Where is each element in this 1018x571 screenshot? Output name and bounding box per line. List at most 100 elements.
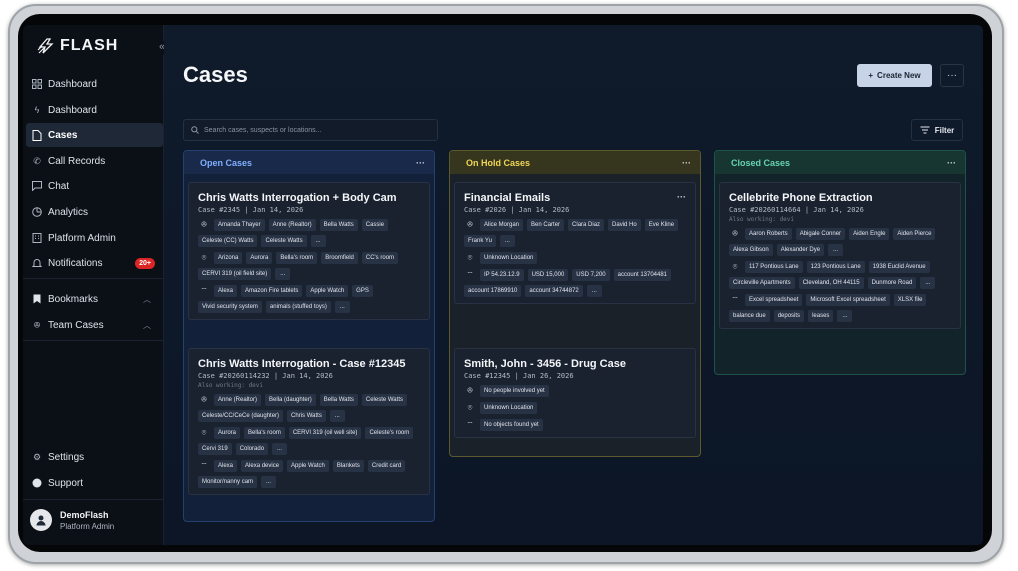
more-tag[interactable]: ... xyxy=(272,443,288,455)
tag[interactable]: Celeste Watts xyxy=(261,235,307,247)
tag[interactable]: David Ho xyxy=(608,219,641,231)
tag[interactable]: Vivid security system xyxy=(198,301,262,313)
tag[interactable]: leases xyxy=(808,310,834,322)
tag[interactable]: Aurora xyxy=(246,252,273,264)
sidebar-item-dashboard-2[interactable]: ϟ Dashboard xyxy=(26,98,163,122)
tag[interactable]: Broomfield xyxy=(321,252,358,264)
tag[interactable]: Aaron Roberts xyxy=(745,228,792,240)
tag[interactable]: Excel spreadsheet xyxy=(745,294,803,306)
tag[interactable]: Apple Watch xyxy=(306,285,349,297)
tag[interactable]: Aiden Pierce xyxy=(893,228,936,240)
tag[interactable]: account 34744872 xyxy=(525,285,583,297)
tag[interactable]: Aiden Engle xyxy=(849,228,890,240)
more-options-button[interactable]: ··· xyxy=(940,64,964,87)
more-tag[interactable]: ... xyxy=(837,310,853,322)
tag[interactable]: Abigale Conner xyxy=(795,228,846,240)
tag[interactable]: 117 Pontious Lane xyxy=(745,261,803,273)
tag[interactable]: Clara Diaz xyxy=(568,219,605,231)
tag[interactable]: CERVI 319 (oil field site) xyxy=(198,268,272,280)
tag[interactable]: Chris Watts xyxy=(287,410,326,422)
create-new-button[interactable]: + Create New xyxy=(857,64,932,87)
tag[interactable]: Eve Kline xyxy=(644,219,679,231)
tag[interactable]: GPS xyxy=(352,285,373,297)
case-card[interactable]: Cellebrite Phone Extraction Case #202601… xyxy=(719,182,961,329)
more-tag[interactable]: ... xyxy=(329,410,345,422)
chevron-up-icon[interactable]: ︿ xyxy=(143,294,151,305)
case-card[interactable]: Financial Emails ··· Case #2026 | Jan 14… xyxy=(454,182,696,304)
tag[interactable]: Amazon Fire tablets xyxy=(241,285,303,297)
tag[interactable]: Ben Carter xyxy=(527,219,565,231)
tag[interactable]: Amanda Thayer xyxy=(214,219,265,231)
sidebar-item-team-cases[interactable]: ꔮ Team Cases ︿ xyxy=(26,313,163,337)
more-tag[interactable]: ... xyxy=(920,277,936,289)
tag[interactable]: Bella's room xyxy=(244,427,285,439)
chevron-up-icon[interactable]: ︿ xyxy=(143,320,151,331)
tag[interactable]: Celeste (CC) Watts xyxy=(198,235,258,247)
tag[interactable]: Colorado xyxy=(235,443,269,455)
more-tag[interactable]: ... xyxy=(828,244,844,256)
tag[interactable]: CERVI 319 (oil well site) xyxy=(288,427,362,439)
tag[interactable]: IP 54.23.12.9 xyxy=(480,269,524,281)
tag[interactable]: Cervi 319 xyxy=(198,443,232,455)
ellipsis-icon[interactable]: ··· xyxy=(947,158,956,168)
more-tag[interactable]: ... xyxy=(310,235,326,247)
sidebar-item-analytics[interactable]: Analytics xyxy=(26,200,163,224)
tag[interactable]: Bella Watts xyxy=(319,394,358,406)
tag[interactable]: Circleville Apartments xyxy=(729,277,795,289)
tag[interactable]: Credit card xyxy=(367,460,406,472)
tag[interactable]: XLSX file xyxy=(893,294,927,306)
tag[interactable]: USD 7,200 xyxy=(572,269,610,281)
tag[interactable]: Monitor/nanny cam xyxy=(198,476,258,488)
tag[interactable]: USD 15,000 xyxy=(527,269,569,281)
tag[interactable]: Unknown Location xyxy=(480,402,538,414)
tag[interactable]: animals (stuffed toys) xyxy=(265,301,331,313)
more-tag[interactable]: ... xyxy=(499,235,515,247)
sidebar-item-call-records[interactable]: ✆ Call Records xyxy=(26,149,163,173)
tag[interactable]: CC's room xyxy=(361,252,399,264)
tag[interactable]: Alexa device xyxy=(241,460,284,472)
tag[interactable]: deposits xyxy=(773,310,805,322)
tag[interactable]: Bella (daughter) xyxy=(265,394,316,406)
tag[interactable]: account 17869910 xyxy=(464,285,522,297)
tag[interactable]: account 13704481 xyxy=(613,269,672,281)
filter-button[interactable]: Filter xyxy=(911,119,963,141)
sidebar-item-settings[interactable]: ⚙ Settings xyxy=(26,445,163,469)
tag[interactable]: Celeste Watts xyxy=(361,394,407,406)
tag[interactable]: Apple Watch xyxy=(287,460,329,472)
more-tag[interactable]: ... xyxy=(334,301,350,313)
user-profile[interactable]: DemoFlash Platform Admin xyxy=(30,509,114,531)
sidebar-item-platform-admin[interactable]: Platform Admin xyxy=(26,226,163,250)
tag[interactable]: 123 Pontious Lane xyxy=(806,261,865,273)
case-card[interactable]: Chris Watts Interrogation + Body Cam Cas… xyxy=(188,182,430,320)
tag[interactable]: Bella's room xyxy=(276,252,318,264)
tag[interactable]: 1938 Euclid Avenue xyxy=(868,261,930,273)
case-card[interactable]: Smith, John - 3456 - Drug Case Case #123… xyxy=(454,348,696,438)
sidebar-item-notifications[interactable]: Notifications 20+ xyxy=(26,251,163,275)
tag[interactable]: Unknown Location xyxy=(480,252,538,264)
tag[interactable]: Alexa xyxy=(214,285,238,297)
sidebar-item-chat[interactable]: Chat xyxy=(26,174,163,198)
tag[interactable]: Anne (Realtor) xyxy=(268,219,316,231)
tag[interactable]: Aurora xyxy=(214,427,241,439)
tag[interactable]: Alexa Gibson xyxy=(729,244,773,256)
sidebar-item-dashboard[interactable]: Dashboard xyxy=(26,72,163,96)
tag[interactable]: Alexa xyxy=(214,460,238,472)
tag[interactable]: Dunmore Road xyxy=(867,277,917,289)
app-logo[interactable]: FLASH xyxy=(37,37,118,55)
tag[interactable]: Alice Morgan xyxy=(480,219,524,231)
tag[interactable]: Bella Watts xyxy=(319,219,358,231)
sidebar-item-bookmarks[interactable]: Bookmarks ︿ xyxy=(26,287,163,311)
tag[interactable]: Celeste/CC/CeCe (daughter) xyxy=(198,410,284,422)
ellipsis-icon[interactable]: ··· xyxy=(682,158,691,168)
tag[interactable]: Celeste's room xyxy=(365,427,414,439)
ellipsis-icon[interactable]: ··· xyxy=(677,192,686,204)
tag[interactable]: Blankets xyxy=(332,460,364,472)
tag[interactable]: Arizona xyxy=(214,252,243,264)
tag[interactable]: Frank Yu xyxy=(464,235,496,247)
tag[interactable]: Anne (Realtor) xyxy=(214,394,262,406)
more-tag[interactable]: ... xyxy=(586,285,602,297)
tag[interactable]: Microsoft Excel spreadsheet xyxy=(806,294,890,306)
sidebar-item-support[interactable]: Support xyxy=(26,471,163,495)
tag[interactable]: Cleveland, OH 44115 xyxy=(798,277,864,289)
ellipsis-icon[interactable]: ··· xyxy=(416,158,425,168)
